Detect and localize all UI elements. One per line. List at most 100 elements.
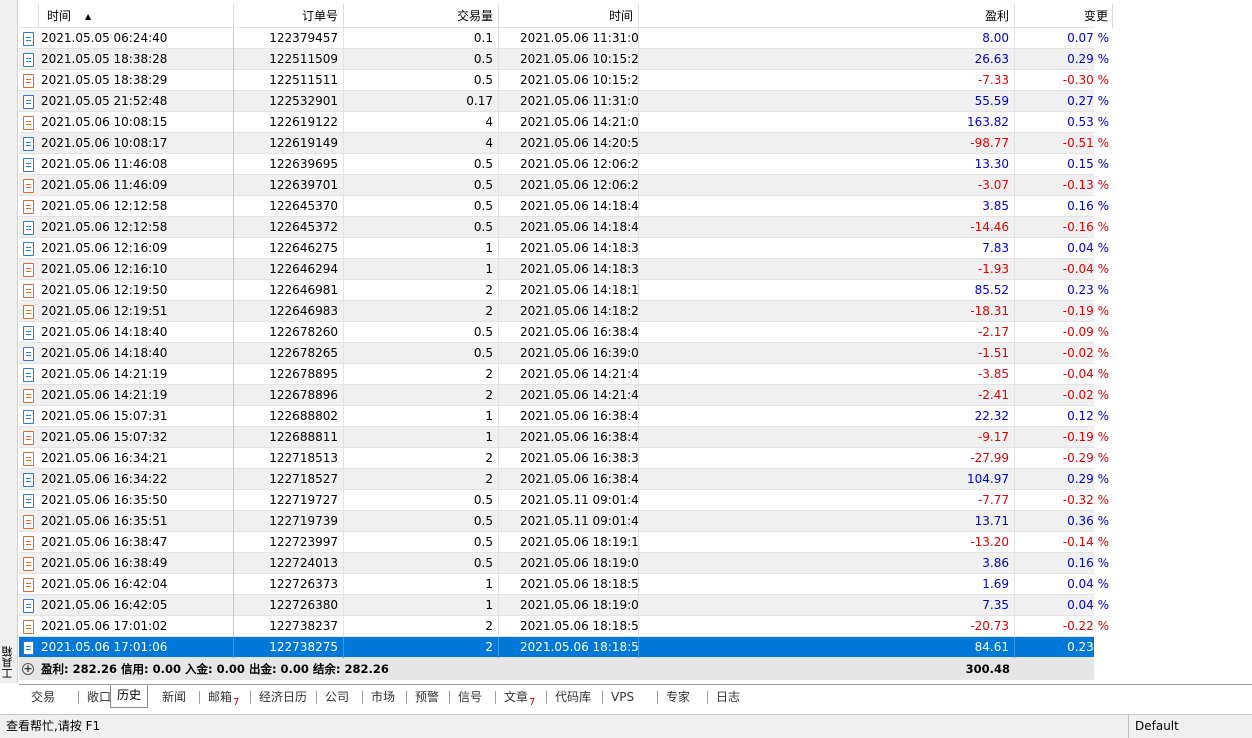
table-row[interactable]: 2021.05.06 10:08:17 122619149 4 2021.05.06 … (19, 133, 1109, 154)
column-header-close-time[interactable]: 时间 (499, 4, 639, 28)
row-icon-cell (19, 196, 39, 217)
tab-12[interactable]: VPS (605, 687, 640, 707)
tab-label: 交易 (31, 690, 56, 704)
cell-profit: -7.77 (639, 490, 1015, 511)
cell-close-time: 2021.05.06 11:31:04 (499, 28, 639, 49)
table-row[interactable]: 2021.05.06 12:12:58 122645370 0.5 2021.05.0… (19, 196, 1109, 217)
table-row[interactable]: 2021.05.05 18:38:29 122511511 0.5 2021.05.0… (19, 70, 1109, 91)
row-icon-cell (19, 91, 39, 112)
table-row[interactable]: 2021.05.06 16:38:47 122723997 0.5 2021.05.0… (19, 532, 1109, 553)
buy-order-icon (23, 494, 34, 508)
cell-profit: -27.99 (639, 448, 1015, 469)
cell-order: 122718527 (234, 469, 344, 490)
cell-change: -0.04 % (1062, 367, 1109, 381)
sell-order-icon (23, 578, 34, 592)
table-row[interactable]: 2021.05.06 12:12:58 122645372 0.5 2021.05.0… (19, 217, 1109, 238)
tab-11[interactable]: 代码库 (549, 687, 597, 707)
cell-close-time: 2021.05.06 14:21:43 (499, 385, 639, 406)
table-row[interactable]: 2021.05.06 16:42:05 122726380 1 2021.05.06 … (19, 595, 1109, 616)
cell-close-time: 2021.05.06 14:18:41 (499, 196, 639, 217)
tab-8[interactable]: 预警 (409, 687, 445, 707)
tab-3[interactable]: 新闻 (156, 687, 192, 707)
tab-5[interactable]: 经济日历 (253, 687, 313, 707)
table-row[interactable]: 2021.05.06 12:19:50 122646981 2 2021.05.06 … (19, 280, 1109, 301)
tab-label: 公司 (325, 690, 350, 704)
tab-6[interactable]: 公司 (319, 687, 355, 707)
column-header-profit[interactable]: 盈利 (639, 4, 1015, 28)
column-header-order[interactable]: 订单号 (234, 4, 344, 28)
table-row[interactable]: 2021.05.06 10:08:15 122619122 4 2021.05.06 … (19, 112, 1109, 133)
table-row[interactable]: 2021.05.06 11:46:08 122639695 0.5 2021.05.0… (19, 154, 1109, 175)
tab-label: 信号 (458, 690, 483, 704)
tab-9[interactable]: 信号 (452, 687, 488, 707)
table-row[interactable]: 2021.05.06 16:42:04 122726373 1 2021.05.06 … (19, 574, 1109, 595)
table-row[interactable]: 2021.05.06 15:07:32 122688811 1 2021.05.06 … (19, 427, 1109, 448)
cell-change: 0.16 % (1067, 556, 1109, 570)
column-header-volume[interactable]: 交易量 (344, 4, 499, 28)
cell-close-time: 2021.05.06 14:20:58 (499, 133, 639, 154)
table-row[interactable]: 2021.05.06 14:18:40 122678260 0.5 2021.05.0… (19, 322, 1109, 343)
cell-order: 122688802 (234, 406, 344, 427)
cell-profit: -9.17 (639, 427, 1015, 448)
buy-order-icon (23, 53, 34, 67)
table-row[interactable]: 2021.05.05 18:38:28 122511509 0.5 2021.05.0… (19, 49, 1109, 70)
cell-volume: 1 (344, 574, 499, 595)
column-header-time[interactable]: 时间 ▲ (39, 4, 234, 28)
cell-change: -0.02 % (1062, 388, 1109, 402)
column-header-change[interactable]: 变更 (1015, 4, 1113, 28)
cell-time: 2021.05.05 18:38:29 (39, 70, 234, 91)
cell-volume: 0.5 (344, 322, 499, 343)
cell-profit: 55.59 (639, 91, 1015, 112)
tab-0[interactable]: 交易 (25, 687, 61, 707)
table-row[interactable]: 2021.05.06 11:46:09 122639701 0.5 2021.05.0… (19, 175, 1109, 196)
tab-7[interactable]: 市场 (365, 687, 401, 707)
table-row[interactable]: 2021.05.05 06:24:40 122379457 0.1 2021.05.0… (19, 28, 1109, 49)
cell-close-time: 2021.05.06 14:18:35 (499, 238, 639, 259)
cell-close-time: 2021.05.06 10:15:22 (499, 70, 639, 91)
table-row[interactable]: 2021.05.06 12:16:10 122646294 1 2021.05.06 … (19, 259, 1109, 280)
expand-plus-icon[interactable]: + (22, 663, 34, 675)
table-row[interactable]: 2021.05.06 16:35:50 122719727 0.5 2021.05.1… (19, 490, 1109, 511)
row-icon-cell (19, 49, 39, 70)
tab-label: 市场 (371, 690, 396, 704)
cell-order: 122678265 (234, 343, 344, 364)
toolbox-side-strip[interactable]: 工具箱 (0, 0, 18, 683)
tab-13[interactable]: 专家 (660, 687, 696, 707)
cell-time: 2021.05.05 06:24:40 (39, 28, 234, 49)
tab-label: 敞口 (87, 690, 112, 704)
sort-ascending-icon: ▲ (85, 12, 92, 21)
sell-order-icon (23, 284, 34, 298)
tab-14[interactable]: 日志 (710, 687, 746, 707)
table-row[interactable]: 2021.05.06 14:21:19 122678896 2 2021.05.06 … (19, 385, 1109, 406)
table-row[interactable]: 2021.05.06 16:34:22 122718527 2 2021.05.06 … (19, 469, 1109, 490)
row-icon-cell (19, 385, 39, 406)
cell-order: 122726380 (234, 595, 344, 616)
table-row[interactable]: 2021.05.05 21:52:48 122532901 0.17 2021.05.… (19, 91, 1109, 112)
sell-order-icon (23, 515, 34, 529)
table-row[interactable]: 2021.05.06 16:38:49 122724013 0.5 2021.05.0… (19, 553, 1109, 574)
cell-time: 2021.05.06 15:07:32 (39, 427, 234, 448)
cell-order: 122511511 (234, 70, 344, 91)
row-icon-cell (19, 637, 39, 658)
cell-time: 2021.05.06 12:12:58 (39, 196, 234, 217)
cell-order: 122688811 (234, 427, 344, 448)
table-row[interactable]: 2021.05.06 17:01:06 122738275 2 2021.05.06 … (19, 637, 1109, 658)
cell-volume: 2 (344, 301, 499, 322)
table-row[interactable]: 2021.05.06 14:21:19 122678895 2 2021.05.06 … (19, 364, 1109, 385)
row-icon-cell (19, 154, 39, 175)
table-row[interactable]: 2021.05.06 12:16:09 122646275 1 2021.05.06 … (19, 238, 1109, 259)
tab-2[interactable]: 历史 (110, 685, 149, 708)
tab-label: 历史 (117, 688, 142, 702)
table-row[interactable]: 2021.05.06 14:18:40 122678265 0.5 2021.05.0… (19, 343, 1109, 364)
table-row[interactable]: 2021.05.06 12:19:51 122646983 2 2021.05.06 … (19, 301, 1109, 322)
summary-expand-cell[interactable]: + (19, 658, 39, 680)
buy-order-icon (23, 347, 34, 361)
table-row[interactable]: 2021.05.06 16:34:21 122718513 2 2021.05.06 … (19, 448, 1109, 469)
tab-4[interactable]: 邮箱7 (202, 687, 245, 708)
cell-profit: 7.83 (639, 238, 1015, 259)
table-row[interactable]: 2021.05.06 16:35:51 122719739 0.5 2021.05.1… (19, 511, 1109, 532)
table-row[interactable]: 2021.05.06 15:07:31 122688802 1 2021.05.06 … (19, 406, 1109, 427)
table-row[interactable]: 2021.05.06 17:01:02 122738237 2 2021.05.06 … (19, 616, 1109, 637)
tab-10[interactable]: 文章7 (498, 687, 541, 708)
cell-profit: -3.85 (639, 364, 1015, 385)
